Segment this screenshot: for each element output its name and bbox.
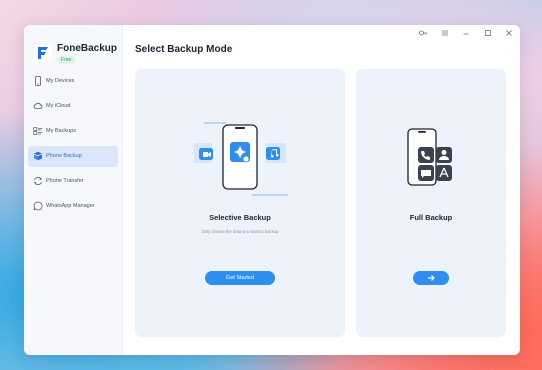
menu-icon[interactable] [440, 28, 450, 38]
selective-backup-card[interactable]: Selective Backup Only choose the data yo… [135, 69, 345, 337]
maximize-icon[interactable] [483, 28, 493, 38]
key-icon[interactable] [418, 28, 428, 38]
sidebar-nav: My Devices My iCloud My Backups Phone Ba… [28, 71, 118, 221]
selective-backup-description: Only choose the data you want to backup [201, 229, 279, 234]
sidebar-item-label: My Devices [46, 78, 75, 84]
sidebar-item-label: My iCloud [46, 103, 71, 109]
arrow-right-icon [428, 275, 435, 281]
window-controls [411, 28, 514, 40]
page-title: Select Backup Mode [135, 44, 233, 55]
transfer-icon [33, 177, 43, 185]
phone-backup-icon [34, 151, 42, 161]
full-backup-illustration-icon [407, 128, 452, 186]
full-backup-card[interactable]: Full Backup [356, 69, 506, 337]
backups-list-icon [33, 127, 43, 135]
sidebar-item-label: Phone Transfer [46, 178, 84, 184]
sidebar-item-my-devices[interactable]: My Devices [28, 71, 118, 92]
app-window: FoneBackup Free My Devices My iCloud My … [24, 25, 520, 355]
sidebar-item-label: Phone Backup [46, 153, 82, 159]
close-icon[interactable] [504, 28, 514, 38]
full-backup-start-button[interactable] [413, 271, 449, 285]
brand: FoneBackup Free [34, 41, 120, 69]
selective-backup-title: Selective Backup [209, 213, 271, 222]
sidebar-item-phone-transfer[interactable]: Phone Transfer [28, 171, 118, 192]
get-started-button[interactable]: Get Started [205, 271, 275, 285]
sidebar-item-label: WhatsApp Manager [46, 203, 95, 209]
selective-backup-illustration-icon [194, 122, 288, 196]
sidebar-item-my-icloud[interactable]: My iCloud [28, 96, 118, 117]
sidebar-item-my-backups[interactable]: My Backups [28, 121, 118, 142]
sidebar-item-phone-backup[interactable]: Phone Backup [28, 146, 118, 167]
whatsapp-icon [33, 201, 43, 211]
fonebackup-logo-icon [34, 44, 52, 62]
sidebar-item-label: My Backups [46, 128, 76, 134]
cloud-icon [33, 102, 43, 109]
app-name: FoneBackup [57, 43, 118, 54]
phone-icon [35, 76, 41, 86]
minimize-icon[interactable] [461, 28, 471, 38]
sidebar-item-whatsapp-manager[interactable]: WhatsApp Manager [28, 196, 118, 217]
plan-badge: Free [57, 56, 76, 64]
sidebar: FoneBackup Free My Devices My iCloud My … [24, 25, 123, 355]
full-backup-title: Full Backup [409, 213, 453, 222]
